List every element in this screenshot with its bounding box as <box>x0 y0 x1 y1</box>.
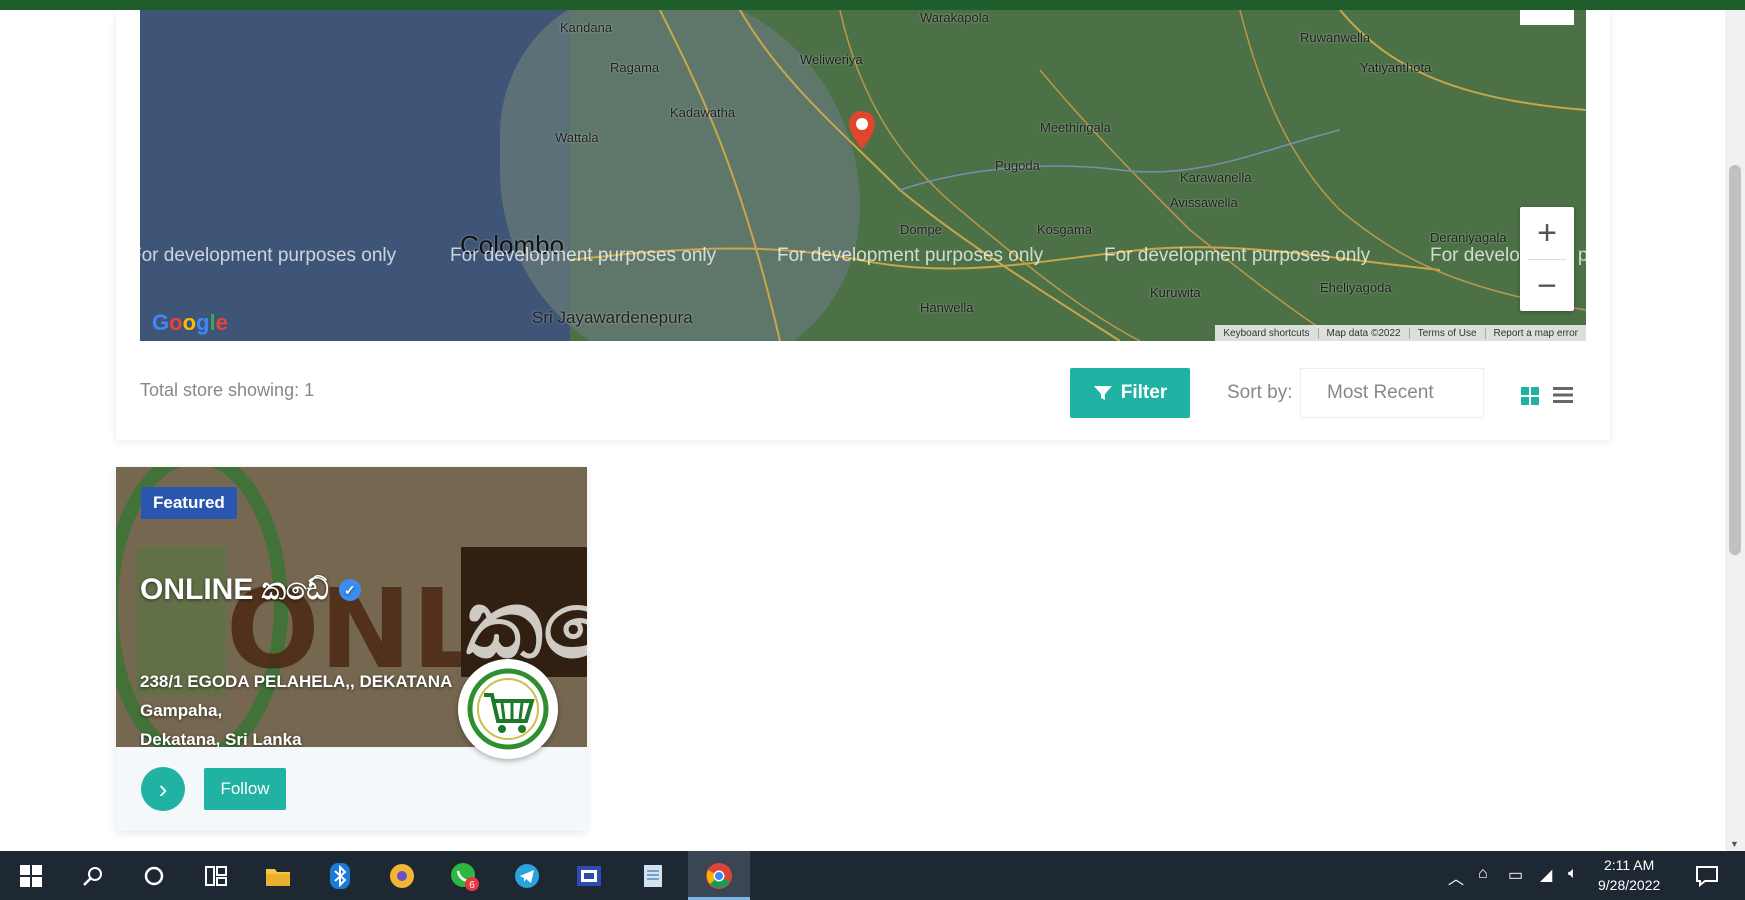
sort-label: Sort by: <box>1227 382 1293 403</box>
map-label: Eheliyagoda <box>1320 280 1392 295</box>
map-label-sjp: Sri Jayawardenepura <box>532 308 693 327</box>
map-footer: Keyboard shortcuts Map data ©2022 Terms … <box>1215 325 1586 341</box>
notifications-icon[interactable] <box>1690 859 1724 893</box>
whatsapp-icon[interactable]: 6 <box>447 859 481 893</box>
volume-icon[interactable]: 🔈︎ <box>1568 865 1578 883</box>
map-label: Weliweriya <box>800 52 863 67</box>
windows-taskbar: 6 ︿ ⌂ ▭ ◢ 🔈︎ 2:11 AM 9/28/2022 <box>0 851 1745 900</box>
list-view-icon[interactable] <box>1552 384 1574 406</box>
total-store-count: Total store showing: 1 <box>140 380 315 400</box>
map-label: Kadawatha <box>670 105 736 120</box>
address-line: Gampaha, <box>140 701 223 720</box>
store-card-footer: › Follow <box>116 747 587 831</box>
keyboard-shortcuts-link[interactable]: Keyboard shortcuts <box>1215 327 1319 339</box>
filter-button[interactable]: Filter <box>1070 368 1190 418</box>
map-label: Yatiyanthota <box>1360 60 1432 75</box>
store-logo[interactable] <box>458 659 558 759</box>
page-content: Kandana Ragama Wattala Kadawatha Weliwer… <box>0 10 1725 851</box>
map-label: Kuruwita <box>1150 285 1201 300</box>
scroll-down-icon[interactable]: ▼ <box>1730 839 1739 849</box>
map-label: Meethirigala <box>1040 120 1111 135</box>
page-scrollbar[interactable]: ▼ <box>1725 10 1745 851</box>
google-logo: Google <box>152 310 228 335</box>
store-name[interactable]: ONLINE කඩේ ✓ <box>140 573 361 607</box>
store-card: ONLINE කඩේ Featured ONLINE කඩේ ✓ 238/1 E… <box>116 467 587 831</box>
store-map[interactable]: Kandana Ragama Wattala Kadawatha Weliwer… <box>140 10 1586 341</box>
map-label: Pugoda <box>995 158 1040 173</box>
map-label: Dompe <box>900 222 942 237</box>
map-watermark: For development purposes only <box>777 245 1044 266</box>
file-explorer-icon[interactable] <box>261 859 295 893</box>
chrome-canary-icon[interactable] <box>385 859 419 893</box>
map-label: Warakapola <box>920 10 989 25</box>
map-label: Hanwella <box>920 300 974 315</box>
folder-tray-icon[interactable]: ▭ <box>1508 865 1523 885</box>
map-label: Kosgama <box>1037 222 1092 237</box>
clock-date: 9/28/2022 <box>1598 877 1661 893</box>
map-zoom-control: + − <box>1520 207 1574 311</box>
scrollbar-thumb[interactable] <box>1729 165 1741 555</box>
search-icon[interactable] <box>76 859 110 893</box>
zoom-in-button[interactable]: + <box>1520 207 1574 259</box>
map-label: Avissawella <box>1170 195 1238 210</box>
map-data-text: Map data ©2022 <box>1319 327 1410 339</box>
network-adapter-icon[interactable]: ⌂ <box>1478 865 1488 883</box>
system-clock[interactable]: 2:11 AM 9/28/2022 <box>1598 855 1660 895</box>
map-watermark: For development purposes only <box>140 245 397 266</box>
featured-badge: Featured <box>141 487 237 519</box>
report-error-link[interactable]: Report a map error <box>1486 328 1586 339</box>
chevron-right-icon: › <box>158 773 168 804</box>
terms-link[interactable]: Terms of Use <box>1410 327 1486 339</box>
map-watermark: For development purposes only <box>1104 245 1371 266</box>
map-watermark: For development purposes only <box>450 245 717 266</box>
wifi-icon[interactable]: ◢ <box>1540 865 1552 885</box>
map-marker-icon[interactable] <box>847 110 877 150</box>
address-line: 238/1 EGODA PELAHELA,, DEKATANA <box>140 672 453 691</box>
clock-time: 2:11 AM <box>1603 857 1655 873</box>
map-label: Deraniyagala <box>1430 230 1507 245</box>
map-label: Wattala <box>555 130 599 145</box>
visit-store-button[interactable]: › <box>141 767 185 811</box>
store-name-text: ONLINE කඩේ <box>140 573 329 606</box>
store-address: 238/1 EGODA PELAHELA,, DEKATANA Gampaha,… <box>140 667 452 747</box>
telegram-icon[interactable] <box>510 859 544 893</box>
map-label: Karawanella <box>1180 170 1252 185</box>
show-hidden-icons-icon[interactable]: ︿ <box>1448 865 1464 889</box>
zoom-out-button[interactable]: − <box>1520 260 1574 312</box>
whatsapp-badge: 6 <box>469 880 475 891</box>
chrome-icon[interactable] <box>702 859 736 893</box>
cortana-icon[interactable] <box>137 859 171 893</box>
sort-select[interactable]: Most Recent <box>1300 368 1484 418</box>
site-top-bar <box>0 0 1745 10</box>
filter-label: Filter <box>1120 382 1168 403</box>
map-fullscreen-button[interactable] <box>1520 10 1574 25</box>
store-toolbar: Total store showing: 1 Filter Sort by: M… <box>140 364 1586 418</box>
map-label: Ruwanwella <box>1300 30 1371 45</box>
shopping-cart-icon <box>467 668 549 750</box>
screenshot-tool-icon[interactable] <box>572 859 606 893</box>
follow-button[interactable]: Follow <box>204 768 286 810</box>
filter-icon <box>1093 386 1112 400</box>
notepad-icon[interactable] <box>637 859 671 893</box>
address-line: Dekatana, Sri Lanka <box>140 730 302 747</box>
grid-view-icon[interactable] <box>1520 386 1540 406</box>
verified-icon: ✓ <box>338 579 361 601</box>
map-label: Ragama <box>610 60 660 75</box>
task-view-icon[interactable] <box>199 859 233 893</box>
windows-start-icon[interactable] <box>14 859 48 893</box>
bluetooth-icon[interactable] <box>323 859 357 893</box>
map-label: Kandana <box>560 20 613 35</box>
